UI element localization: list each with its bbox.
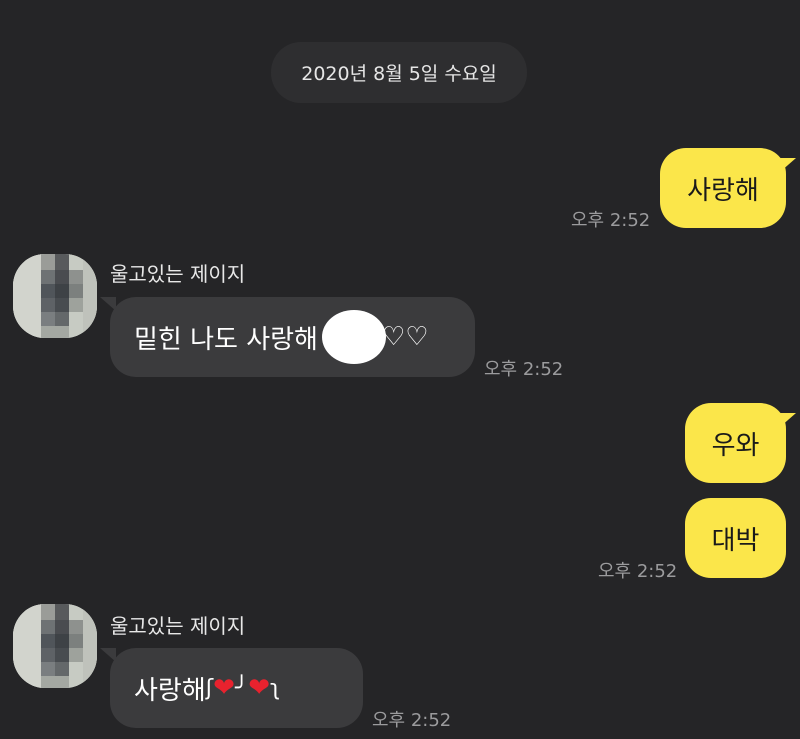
- bubble-tail: [780, 413, 796, 427]
- message-text: 밑힌 나도 사랑해: [134, 324, 318, 355]
- heart-icon: ❤: [248, 673, 270, 703]
- message-text-hearts: ♡♡: [381, 322, 429, 352]
- redaction-blot: [321, 310, 386, 364]
- message-text: 사랑해: [687, 175, 759, 206]
- sender-name: 울고있는 제이지: [110, 262, 246, 286]
- my-message-bubble[interactable]: 우와: [685, 403, 786, 483]
- my-message-bubble[interactable]: 대박: [685, 498, 786, 578]
- heart-icon: ❤: [213, 673, 235, 703]
- blurred-profile-image: [13, 604, 97, 688]
- bubble-tail: [780, 158, 796, 172]
- their-message-bubble[interactable]: 사랑해 ʃ ❤ ╯ ❤ ʅ: [110, 648, 363, 728]
- avatar[interactable]: [13, 604, 97, 688]
- kaomoji-arm-right: ʅ: [270, 675, 281, 701]
- date-divider: 2020년 8월 5일 수요일: [271, 42, 527, 103]
- message-time: 오후 2:52: [484, 359, 564, 380]
- message-time: 오후 2:52: [372, 710, 452, 731]
- kaomoji-arm-left: ʃ: [205, 675, 214, 701]
- sender-name: 울고있는 제이지: [110, 614, 246, 638]
- message-time: 오후 2:52: [598, 561, 678, 582]
- kaomoji-arm-middle: ╯: [234, 675, 249, 701]
- blurred-profile-image: [13, 254, 97, 338]
- their-message-bubble[interactable]: 밑힌 나도 사랑해 ♡♡: [110, 297, 475, 377]
- my-message-bubble[interactable]: 사랑해: [660, 148, 786, 228]
- message-time: 오후 2:52: [571, 210, 651, 231]
- message-text: 사랑해: [134, 675, 206, 706]
- avatar[interactable]: [13, 254, 97, 338]
- message-text: 대박: [711, 525, 760, 556]
- message-text: 우와: [711, 430, 760, 461]
